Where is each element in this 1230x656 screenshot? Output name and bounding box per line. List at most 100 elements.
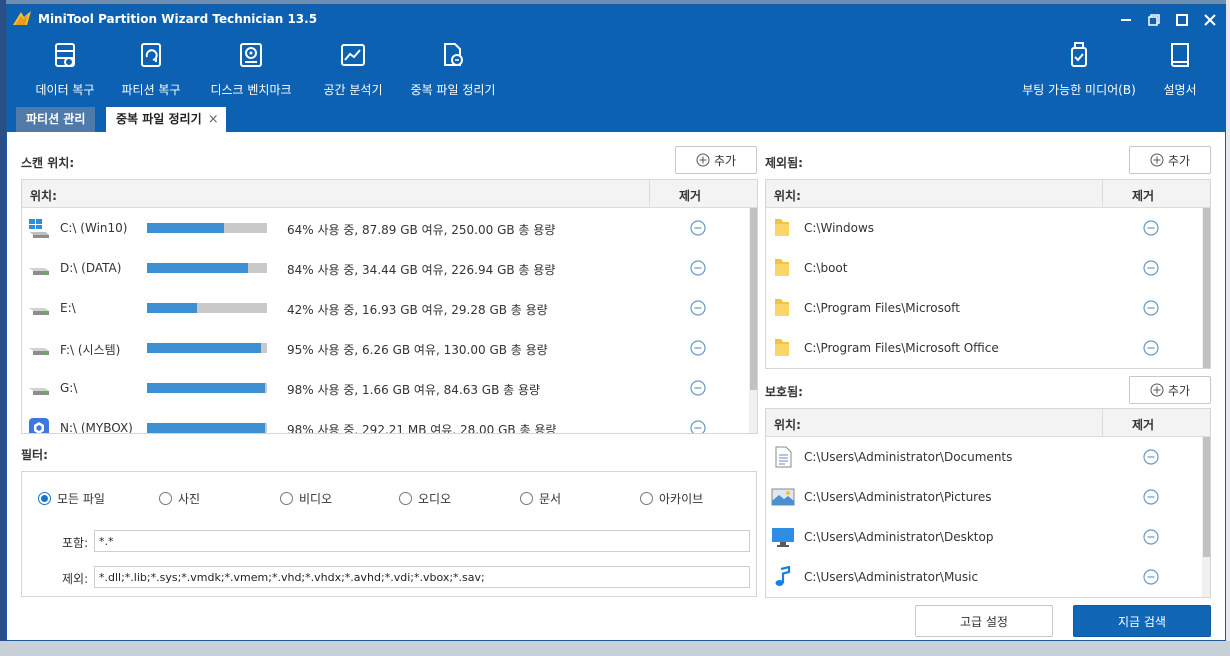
excluded-scrollbar[interactable] — [1202, 208, 1210, 368]
close-icon — [1204, 14, 1216, 26]
table-row[interactable]: C:\Users\Administrator\Pictures — [766, 477, 1210, 517]
table-row[interactable]: F:\ (시스템) 95% 사용 중, 6.26 GB 여유, 130.00 GB… — [22, 328, 757, 368]
table-row[interactable]: C:\Windows — [766, 208, 1210, 248]
scan-scrollbar[interactable] — [749, 208, 757, 433]
usage-bar-fill — [147, 263, 248, 273]
table-row[interactable]: C:\Program Files\Microsoft Office — [766, 328, 1210, 368]
toolbar-label: 파티션 복구 — [121, 83, 181, 97]
close-button[interactable] — [1197, 9, 1223, 31]
scan-now-button[interactable]: 지금 검색 — [1073, 605, 1211, 637]
remove-icon[interactable] — [690, 260, 706, 276]
scrollbar-thumb[interactable] — [750, 208, 757, 390]
radio-button-icon[interactable] — [159, 492, 172, 505]
toolbar-label: 데이터 복구 — [35, 83, 95, 97]
remove-icon[interactable] — [1143, 449, 1159, 465]
filter-radio[interactable]: 오디오 — [399, 490, 451, 507]
radio-label: 문서 — [539, 492, 562, 506]
radio-label: 아카이브 — [659, 492, 704, 506]
exclude-input[interactable] — [94, 566, 750, 588]
add-button-label: 추가 — [713, 153, 737, 168]
remove-icon[interactable] — [1143, 529, 1159, 545]
partition-recovery-icon — [141, 43, 161, 67]
table-row[interactable]: C:\ (Win10) 64% 사용 중, 87.89 GB 여유, 250.00… — [22, 208, 757, 248]
column-location: 위치: — [30, 189, 57, 203]
scrollbar-thumb[interactable] — [1203, 437, 1210, 557]
table-row[interactable]: C:\Users\Administrator\Music — [766, 557, 1210, 597]
column-location: 위치: — [774, 189, 801, 203]
usage-text: 64% 사용 중, 87.89 GB 여유, 250.00 GB 총 용량 — [287, 223, 556, 237]
usage-bar — [147, 223, 267, 233]
radio-button-icon[interactable] — [640, 492, 653, 505]
filter-radio[interactable]: 문서 — [520, 490, 561, 507]
desktop-background-right — [1226, 0, 1230, 656]
table-row[interactable]: G:\ 98% 사용 중, 1.66 GB 여유, 84.63 GB 총 용량 — [22, 368, 757, 408]
usage-text: 98% 사용 중, 1.66 GB 여유, 84.63 GB 총 용량 — [287, 383, 541, 397]
maximize-button[interactable] — [1169, 9, 1195, 31]
usage-bar-fill — [147, 223, 224, 233]
remove-icon[interactable] — [1143, 220, 1159, 236]
remove-icon[interactable] — [690, 340, 706, 356]
radio-button-icon[interactable] — [38, 492, 51, 505]
remove-icon[interactable] — [1143, 489, 1159, 505]
remove-icon[interactable] — [1143, 340, 1159, 356]
excluded-add-button[interactable]: 추가 — [1129, 146, 1211, 174]
remove-icon[interactable] — [690, 420, 706, 433]
toolbar-partition-recovery[interactable]: 파티션 복구 — [119, 41, 183, 101]
data-recovery-icon — [55, 43, 75, 67]
protected-add-button[interactable]: 추가 — [1129, 376, 1211, 404]
remove-icon[interactable] — [690, 300, 706, 316]
radio-button-icon[interactable] — [280, 492, 293, 505]
drive-name: F:\ (시스템) — [60, 343, 121, 357]
table-row[interactable]: C:\Program Files\Microsoft — [766, 288, 1210, 328]
folder-icon — [771, 297, 795, 319]
remove-icon[interactable] — [1143, 300, 1159, 316]
radio-button-icon[interactable] — [520, 492, 533, 505]
restore-button[interactable] — [1141, 9, 1167, 31]
table-row[interactable]: C:\Users\Administrator\Desktop — [766, 517, 1210, 557]
drive-name: N:\ (MYBOX) — [60, 421, 133, 434]
filter-radio[interactable]: 사진 — [159, 490, 200, 507]
toolbar-duplicate-file-finder[interactable]: 중복 파일 정리기 — [407, 41, 499, 101]
scan-location-title: 스캔 위치: — [21, 156, 75, 170]
minimize-button[interactable] — [1113, 9, 1139, 31]
remove-icon[interactable] — [1143, 260, 1159, 276]
tab-duplicate-file-finder[interactable]: 중복 파일 정리기 × — [106, 107, 226, 132]
add-button-label: 추가 — [1167, 153, 1191, 168]
tab-close-icon[interactable]: × — [208, 107, 219, 132]
toolbar-label: 디스크 벤치마크 — [210, 83, 292, 97]
table-row[interactable]: E:\ 42% 사용 중, 16.93 GB 여유, 29.28 GB 총 용량 — [22, 288, 757, 328]
minimize-icon — [1121, 19, 1131, 21]
usage-text: 42% 사용 중, 16.93 GB 여유, 29.28 GB 총 용량 — [287, 303, 548, 317]
toolbar-bootable-media[interactable]: 부팅 가능한 미디어(B) — [1019, 41, 1139, 101]
radio-button-icon[interactable] — [399, 492, 412, 505]
remove-icon[interactable] — [690, 380, 706, 396]
table-row[interactable]: C:\Users\Administrator\Documents — [766, 437, 1210, 477]
remove-icon[interactable] — [1143, 569, 1159, 585]
scan-add-button[interactable]: 추가 — [675, 146, 757, 174]
filter-radio[interactable]: 모든 파일 — [38, 490, 105, 507]
table-row[interactable]: C:\boot — [766, 248, 1210, 288]
tab-partition-management[interactable]: 파티션 관리 — [16, 107, 96, 132]
add-button-label: 추가 — [1167, 383, 1191, 398]
exclude-label: 제외: — [62, 572, 89, 586]
protected-scrollbar[interactable] — [1202, 437, 1210, 597]
filter-panel: 모든 파일 사진 비디오 오디오 문서 아카이브 포함: 제외: — [21, 471, 757, 597]
advanced-settings-button[interactable]: 고급 설정 — [915, 605, 1053, 637]
toolbar-space-analyzer[interactable]: 공간 분석기 — [317, 41, 389, 101]
usage-bar-fill — [147, 423, 265, 433]
toolbar-manual[interactable]: 설명서 — [1155, 41, 1205, 101]
toolbar-data-recovery[interactable]: 데이터 복구 — [31, 41, 99, 101]
toolbar-disk-benchmark[interactable]: 디스크 벤치마크 — [207, 41, 295, 101]
filter-radio[interactable]: 비디오 — [280, 490, 332, 507]
space-analyzer-icon — [341, 44, 365, 66]
title-bar: MiniTool Partition Wizard Technician 13.… — [7, 5, 1225, 33]
include-input[interactable] — [94, 530, 750, 552]
filter-radio[interactable]: 아카이브 — [640, 490, 703, 507]
restore-icon — [1148, 14, 1160, 26]
scrollbar-thumb[interactable] — [1203, 208, 1210, 368]
table-row[interactable]: D:\ (DATA) 84% 사용 중, 34.44 GB 여유, 226.94 … — [22, 248, 757, 288]
drive-name: E:\ — [60, 301, 76, 315]
table-row[interactable]: N:\ (MYBOX) 98% 사용 중, 292.21 MB 여유, 28.00… — [22, 408, 757, 434]
drive-name: D:\ (DATA) — [60, 261, 122, 275]
remove-icon[interactable] — [690, 220, 706, 236]
